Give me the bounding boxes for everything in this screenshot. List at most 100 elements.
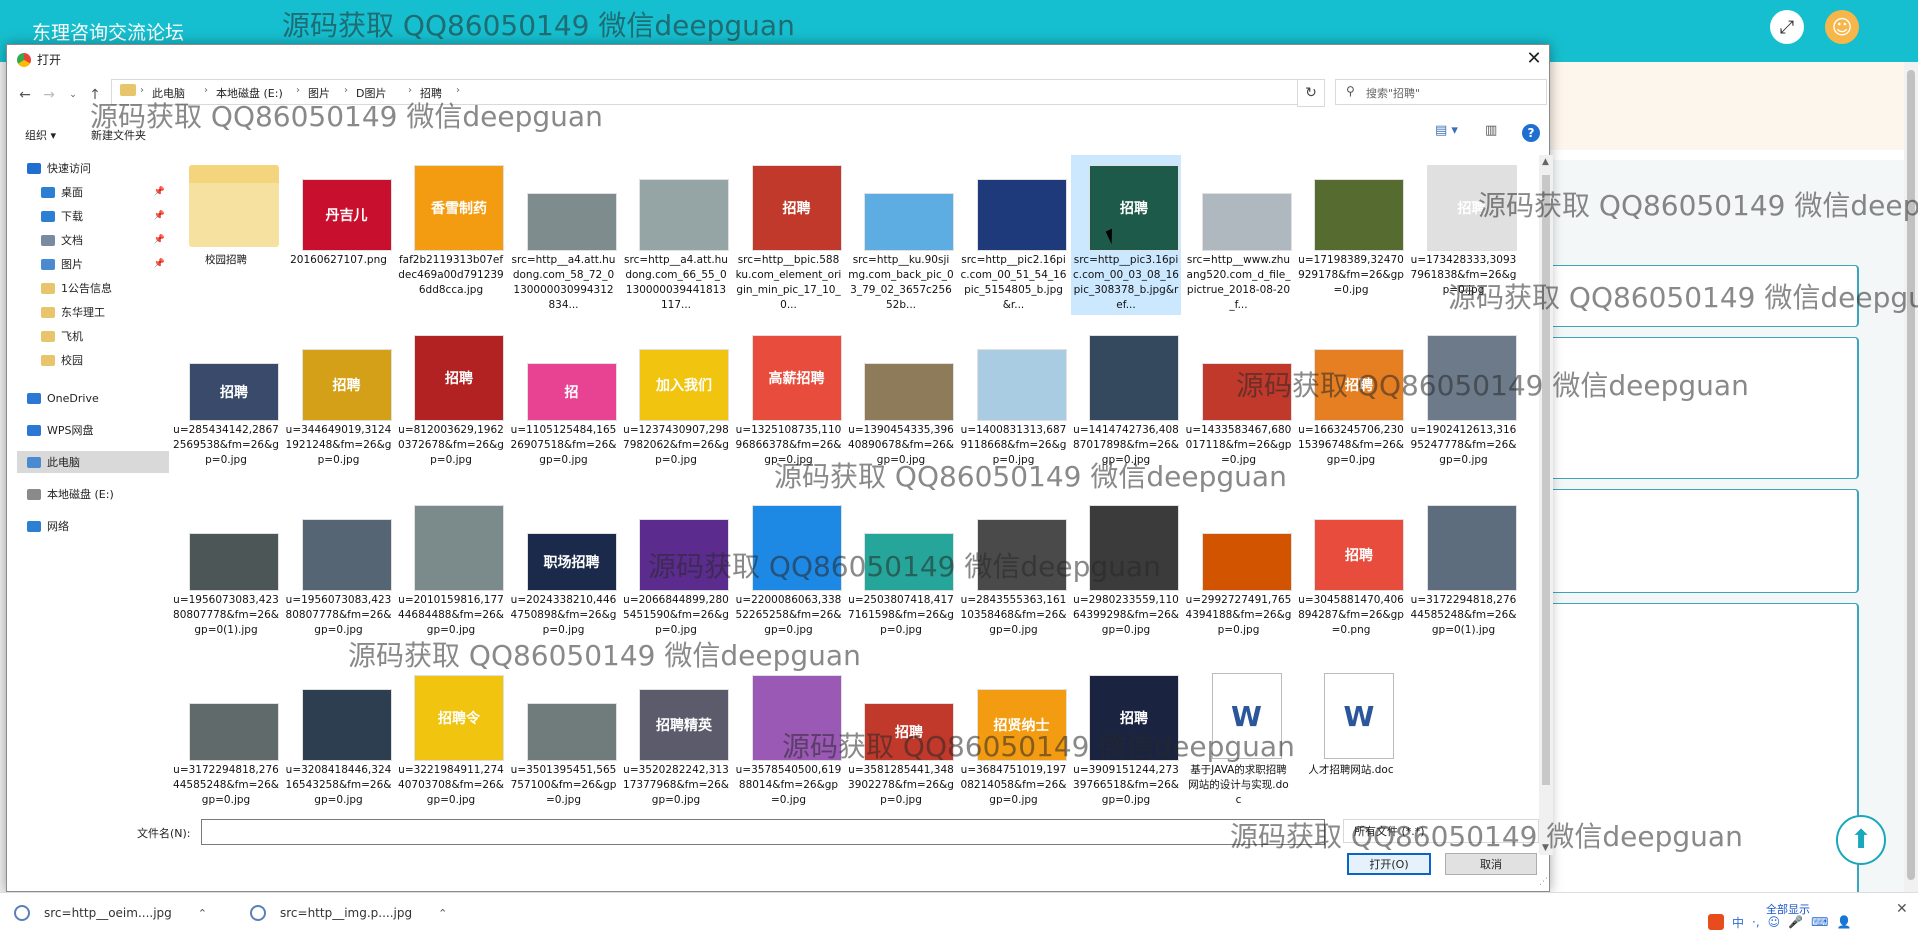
form-field[interactable] (1548, 489, 1859, 593)
chevron-up-icon[interactable]: ⌃ (438, 907, 447, 920)
file-item[interactable]: 高薪招聘 u=1325108735,11096866378&fm=26&gp=0.… (734, 325, 844, 485)
open-button[interactable]: 打开(O) (1347, 853, 1431, 875)
nav-item[interactable]: 下载 📌 (17, 205, 169, 227)
breadcrumb-separator-icon[interactable]: › (408, 85, 412, 96)
emoji-icon[interactable]: ☺ (1768, 915, 1781, 929)
nav-item[interactable]: 本地磁盘 (E:) (17, 483, 169, 505)
download-item[interactable]: src=http__oeim....jpg ⌃ (14, 899, 207, 927)
close-icon[interactable]: ✕ (1519, 45, 1549, 71)
preview-pane-icon[interactable]: ▥ (1485, 123, 1505, 143)
view-options-icon[interactable]: ▤ ▾ (1435, 123, 1465, 143)
sogou-icon[interactable] (1708, 914, 1724, 930)
file-item[interactable]: u=3208418446,32416543258&fm=26&gp=0.jpg (284, 665, 394, 825)
file-item[interactable]: u=3501395451,565757100&fm=26&gp=0.jpg (509, 665, 619, 825)
breadcrumb-item[interactable]: 本地磁盘 (E:) (216, 85, 283, 101)
file-item[interactable]: u=2503807418,4177161598&fm=26&gp=0.jpg (846, 495, 956, 655)
file-item[interactable]: u=3172294818,27644585248&fm=26&gp=0.jpg (171, 665, 281, 825)
keyboard-icon[interactable]: ⌨ (1811, 915, 1828, 929)
file-item[interactable]: 职场招聘 u=2024338210,4464750898&fm=26&gp=0.j… (509, 495, 619, 655)
file-item[interactable]: src=http__pic2.16pic.com_00_51_54_16pic_… (959, 155, 1069, 315)
back-to-top-button[interactable]: ⬆ (1836, 815, 1886, 865)
file-item[interactable]: u=1400831313,6879118668&fm=26&gp=0.jpg (959, 325, 1069, 485)
avatar[interactable]: ☺ (1825, 10, 1859, 44)
help-icon[interactable]: ? (1522, 124, 1540, 142)
forward-arrow-icon[interactable]: → (39, 85, 59, 105)
file-item[interactable]: W 基于JAVA的求职招聘网站的设计与实现.doc (1184, 665, 1294, 825)
file-item[interactable]: u=2843555363,16110358468&fm=26&gp=0.jpg (959, 495, 1069, 655)
file-item[interactable]: u=1956073083,42380807778&fm=26&gp=0.jpg (284, 495, 394, 655)
nav-item[interactable]: 图片 📌 (17, 253, 169, 275)
file-type-select[interactable]: 所有文件 (*.*) (1343, 819, 1539, 843)
nav-item[interactable]: 文档 📌 (17, 229, 169, 251)
file-item[interactable]: 招聘 u=285434142,28672569538&fm=26&gp=0.jpg (171, 325, 281, 485)
nav-item[interactable]: 网络 (17, 515, 169, 537)
form-field[interactable] (1548, 603, 1859, 895)
scroll-down-icon[interactable]: ▼ (1542, 843, 1549, 853)
nav-item[interactable]: OneDrive (17, 387, 169, 409)
file-item[interactable]: 招聘 u=3909151244,27339766518&fm=26&gp=0.jp… (1071, 665, 1181, 825)
breadcrumb-separator-icon[interactable]: › (344, 85, 348, 96)
file-item[interactable]: W 人才招聘网站.doc (1296, 665, 1406, 825)
file-item[interactable]: u=2200086063,33852265258&fm=26&gp=0.jpg (734, 495, 844, 655)
scroll-up-icon[interactable]: ▲ (1542, 157, 1549, 167)
address-bar[interactable]: ›此电脑›本地磁盘 (E:)›图片›D图片›招聘› ⌄ (111, 79, 1381, 105)
refresh-button[interactable]: ↻ (1297, 79, 1325, 107)
close-icon[interactable]: ✕ (1896, 901, 1908, 917)
file-item[interactable]: 招聘 src=http__pic3.16pic.com_00_03_08_16pi… (1071, 155, 1181, 315)
file-item[interactable]: u=3172294818,27644585248&fm=26&gp=0(1).j… (1409, 495, 1519, 655)
nav-item[interactable]: 此电脑 (17, 451, 169, 473)
file-item[interactable]: 招聘 u=812003629,19620372678&fm=26&gp=0.jpg (396, 325, 506, 485)
file-item[interactable]: src=http__ku.90sjimg.com_back_pic_03_79_… (846, 155, 956, 315)
file-grid-scrollbar-thumb[interactable] (1542, 175, 1550, 785)
breadcrumb-separator-icon[interactable]: › (204, 85, 208, 96)
download-item[interactable]: src=http__img.p....jpg ⌃ (250, 899, 447, 927)
file-item[interactable]: u=1390454335,39640890678&fm=26&gp=0.jpg (846, 325, 956, 485)
file-item[interactable]: 招聘 src=http__bpic.588ku.com_element_origi… (734, 155, 844, 315)
cancel-button[interactable]: 取消 (1445, 853, 1537, 875)
resize-grip-icon[interactable]: ⋰ (1539, 877, 1548, 887)
nav-item[interactable]: 校园 (17, 349, 169, 371)
search-input[interactable]: ⚲ 搜索"招聘" (1335, 79, 1547, 105)
nav-item[interactable]: 1公告信息 (17, 277, 169, 299)
file-item[interactable]: 招聘 u=173428333,30937961838&fm=26&gp=0.jpg (1409, 155, 1519, 315)
nav-item[interactable]: 桌面 📌 (17, 181, 169, 203)
file-item[interactable]: u=2010159816,17744684488&fm=26&gp=0.jpg (396, 495, 506, 655)
file-item[interactable]: u=1902412613,31695247778&fm=26&gp=0.jpg (1409, 325, 1519, 485)
file-item[interactable]: 招聘令 u=3221984911,27440703708&fm=26&gp=0.j… (396, 665, 506, 825)
breadcrumb-item[interactable]: D图片 (356, 85, 386, 101)
file-item[interactable]: u=2992727491,7654394188&fm=26&gp=0.jpg (1184, 495, 1294, 655)
file-item[interactable]: u=2066844899,2805451590&fm=26&gp=0.jpg (621, 495, 731, 655)
user-icon[interactable]: 👤 (1836, 915, 1851, 929)
filename-input[interactable] (201, 819, 1325, 845)
up-arrow-icon[interactable]: ↑ (85, 85, 105, 105)
punctuation-mode[interactable]: ·, (1752, 915, 1760, 929)
file-item[interactable]: src=http__a4.att.hudong.com_58_72_013000… (509, 155, 619, 315)
file-item[interactable]: u=1414742736,40887017898&fm=26&gp=0.jpg (1071, 325, 1181, 485)
breadcrumb-separator-icon[interactable]: › (456, 85, 460, 96)
file-item[interactable]: src=http__a4.att.hudong.com_66_55_013000… (621, 155, 731, 315)
site-title[interactable]: 东理咨询交流论坛 (32, 18, 184, 45)
breadcrumb-separator-icon[interactable]: › (140, 85, 144, 96)
breadcrumb-separator-icon[interactable]: › (296, 85, 300, 96)
file-item[interactable]: 招 u=1105125484,16526907518&fm=26&gp=0.jpg (509, 325, 619, 485)
nav-item[interactable]: 飞机 (17, 325, 169, 347)
file-item[interactable]: 招聘 u=3045881470,406894287&fm=26&gp=0.png (1296, 495, 1406, 655)
file-item[interactable]: 招聘 u=1663245706,23015396748&fm=26&gp=0.jp… (1296, 325, 1406, 485)
file-item[interactable]: 香雪制药 faf2b2119313b07efdec469a00d7912396dd… (396, 155, 506, 315)
file-item[interactable]: u=1956073083,42380807778&fm=26&gp=0(1).j… (171, 495, 281, 655)
nav-item[interactable]: 快速访问 (17, 157, 169, 179)
recent-locations-chevron-icon[interactable]: ⌄ (63, 85, 83, 105)
folder-item[interactable]: 校园招聘 (171, 155, 281, 315)
file-item[interactable]: 招贤纳士 u=3684751019,19708214058&fm=26&gp=0.… (959, 665, 1069, 825)
form-field[interactable] (1548, 265, 1859, 327)
file-item[interactable]: 招聘 u=3581285441,3483902278&fm=26&gp=0.jpg (846, 665, 956, 825)
fullscreen-icon[interactable]: ⤢ (1770, 10, 1804, 44)
form-field[interactable] (1548, 337, 1859, 479)
breadcrumb-item[interactable]: 此电脑 (152, 85, 185, 101)
file-item[interactable]: 丹吉儿 20160627107.png (284, 155, 394, 315)
ime-mode[interactable]: 中 (1732, 914, 1744, 931)
file-item[interactable]: u=2980233559,11064399298&fm=26&gp=0.jpg (1071, 495, 1181, 655)
page-scrollbar-thumb[interactable] (1907, 70, 1915, 880)
microphone-icon[interactable]: 🎤 (1788, 915, 1803, 929)
nav-item[interactable]: WPS网盘 (17, 419, 169, 441)
